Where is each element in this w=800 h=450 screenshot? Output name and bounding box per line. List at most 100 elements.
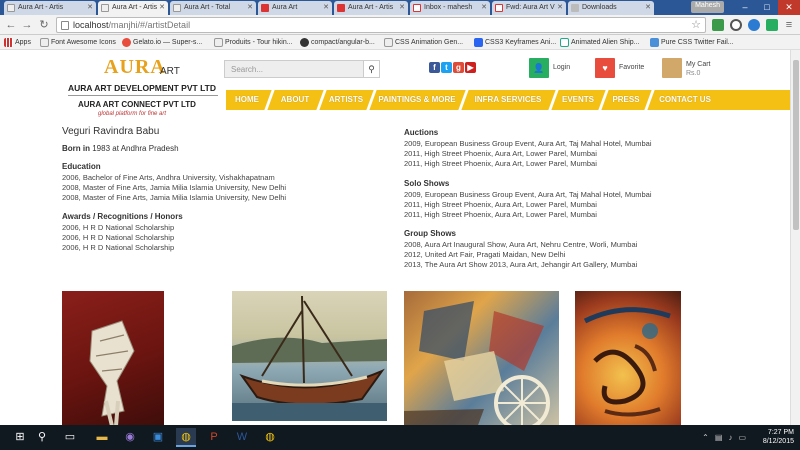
bookmark-item[interactable]: Font Awesome Icons xyxy=(40,37,116,48)
aura-favicon-icon xyxy=(261,4,269,12)
page-scrollbar[interactable] xyxy=(790,50,800,425)
browser-tab[interactable]: Fwd: Aura Art V ✕ xyxy=(492,1,566,15)
google-plus-icon[interactable]: g xyxy=(453,62,464,73)
nav-about[interactable]: ABOUT xyxy=(272,90,318,110)
nav-events[interactable]: EVENTS xyxy=(556,90,600,110)
bookmark-star-icon[interactable]: ☆ xyxy=(691,18,701,31)
list-item: 2006, H R D National Scholarship xyxy=(62,223,175,232)
browser-tab[interactable]: Aura Art - Artis ✕ xyxy=(334,1,408,15)
close-icon[interactable]: ✕ xyxy=(159,3,165,11)
cart-icon xyxy=(662,58,682,78)
forward-icon[interactable]: → xyxy=(20,18,34,32)
nav-artists[interactable]: ARTISTS xyxy=(324,90,368,110)
page-info-icon[interactable] xyxy=(61,21,69,30)
artwork-thumbnail[interactable] xyxy=(575,291,681,425)
logo-aura: AURA xyxy=(104,56,166,78)
cart-label: My Cart xyxy=(686,61,711,68)
artwork-thumbnail[interactable] xyxy=(62,291,164,425)
bookmark-apps[interactable]: Apps xyxy=(4,37,31,48)
browser-tab[interactable]: Inbox - mahesh ✕ xyxy=(410,1,490,15)
close-window-icon[interactable]: ✕ xyxy=(778,0,800,15)
twitter-icon[interactable]: t xyxy=(441,62,452,73)
auctions-section: Auctions 2009, European Business Group E… xyxy=(404,128,652,169)
notification-icon[interactable]: ▭ xyxy=(738,433,746,442)
css3-icon xyxy=(474,38,483,47)
youtube-icon[interactable]: ▶ xyxy=(465,62,476,73)
nav-infra-services[interactable]: INFRA SERVICES xyxy=(466,90,550,110)
bookmark-item[interactable]: compact/angular-b... xyxy=(300,37,375,48)
section-heading: Auctions xyxy=(404,128,439,137)
artwork-thumbnail[interactable] xyxy=(404,291,559,425)
close-icon[interactable]: ✕ xyxy=(645,3,651,11)
profile-name[interactable]: Mahesh xyxy=(691,1,724,13)
search-icon[interactable]: ⚲ xyxy=(363,61,379,77)
search-icon[interactable]: ⚲ xyxy=(32,428,52,447)
github-icon xyxy=(300,38,309,47)
nav-contact[interactable]: CONTACT US xyxy=(652,90,718,110)
chrome-icon[interactable]: ◍ xyxy=(260,428,280,447)
reload-icon[interactable]: ↻ xyxy=(37,18,51,32)
facebook-icon[interactable]: f xyxy=(429,62,440,73)
logo-art: ART xyxy=(160,66,180,77)
powerpoint-icon[interactable]: P xyxy=(204,428,224,447)
bookmark-item[interactable]: Produits - Tour hikin... xyxy=(214,37,293,48)
list-item: 2013, The Aura Art Show 2013, Aura Art, … xyxy=(404,260,638,269)
artwork-thumbnail[interactable] xyxy=(232,291,387,421)
bookmark-item[interactable]: CSS3 Keyframes Ani... xyxy=(474,37,556,48)
address-bar[interactable]: localhost/manjhi/#/artistDetail ☆ xyxy=(56,17,706,33)
nav-paintings[interactable]: PAINTINGS & MORE xyxy=(374,90,460,110)
taskbar-clock[interactable]: 7:27 PM 8/12/2015 xyxy=(763,428,794,446)
extension-icon[interactable] xyxy=(766,19,778,31)
windows-start-icon[interactable]: ⊞ xyxy=(10,428,30,447)
nav-home[interactable]: HOME xyxy=(228,90,266,110)
browser-tab[interactable]: Aura Art - Artis ✕ xyxy=(4,1,96,15)
list-item: 2006, H R D National Scholarship xyxy=(62,243,175,252)
window-controls: – □ ✕ xyxy=(734,0,800,15)
close-icon[interactable]: ✕ xyxy=(481,3,487,11)
social-links: f t g ▶ xyxy=(429,62,476,73)
section-heading: Solo Shows xyxy=(404,179,450,188)
minimize-icon[interactable]: – xyxy=(734,0,756,15)
scrollbar-thumb[interactable] xyxy=(793,60,799,230)
store-icon[interactable]: ▣ xyxy=(148,428,168,447)
back-icon[interactable]: ← xyxy=(4,18,18,32)
browser-toolbar: ← → ↻ localhost/manjhi/#/artistDetail ☆ … xyxy=(0,15,800,35)
task-view-icon[interactable]: ▭ xyxy=(60,428,80,447)
site-logo[interactable]: AURA ART AURA ART DEVELOPMENT PVT LTD AU… xyxy=(68,56,220,118)
extension-icon[interactable] xyxy=(712,19,724,31)
app-icon[interactable]: ◉ xyxy=(120,428,140,447)
close-icon[interactable]: ✕ xyxy=(323,3,329,11)
browser-tab-active[interactable]: Aura Art - Artis ✕ xyxy=(98,1,168,15)
list-item: 2011, High Street Phoenix, Aura Art, Low… xyxy=(404,149,597,158)
page-icon xyxy=(173,4,181,12)
search-input[interactable]: Search... ⚲ xyxy=(224,60,380,78)
browser-tab[interactable]: Aura Art - Total ✕ xyxy=(170,1,256,15)
list-item: 2011, High Street Phoenix, Aura Art, Low… xyxy=(404,210,597,219)
network-icon[interactable]: ▤ xyxy=(715,433,723,442)
bookmark-item[interactable]: CSS Animation Gen... xyxy=(384,37,463,48)
chrome-icon[interactable]: ◍ xyxy=(176,428,196,447)
close-icon[interactable]: ✕ xyxy=(399,3,405,11)
word-icon[interactable]: W xyxy=(232,428,252,447)
list-item: 2009, European Business Group Event, Aur… xyxy=(404,139,652,148)
nav-press[interactable]: PRESS xyxy=(606,90,646,110)
page-icon xyxy=(214,38,223,47)
browser-tab[interactable]: Aura Art ✕ xyxy=(258,1,332,15)
volume-icon[interactable]: ♪ xyxy=(728,433,732,442)
bookmark-item[interactable]: Gelato.io — Super-s... xyxy=(122,37,202,48)
artwork-boat-graphic xyxy=(232,295,387,421)
close-icon[interactable]: ✕ xyxy=(247,3,253,11)
list-item: 2006, H R D National Scholarship xyxy=(62,233,175,242)
close-icon[interactable]: ✕ xyxy=(557,3,563,11)
extension-icon[interactable] xyxy=(748,19,760,31)
chevron-up-icon[interactable]: ⌃ xyxy=(702,433,709,442)
extension-icon[interactable] xyxy=(730,19,742,31)
close-icon[interactable]: ✕ xyxy=(87,3,93,11)
browser-tab[interactable]: Downloads ✕ xyxy=(568,1,654,15)
maximize-icon[interactable]: □ xyxy=(756,0,778,15)
bookmark-item[interactable]: Animated Alien Ship... xyxy=(560,37,640,48)
list-item: 2008, Aura Art Inaugural Show, Aura Art,… xyxy=(404,240,638,249)
file-explorer-icon[interactable]: ▬ xyxy=(92,428,112,447)
menu-icon[interactable]: ≡ xyxy=(782,18,796,32)
bookmark-item[interactable]: Pure CSS Twitter Fail... xyxy=(650,37,734,48)
